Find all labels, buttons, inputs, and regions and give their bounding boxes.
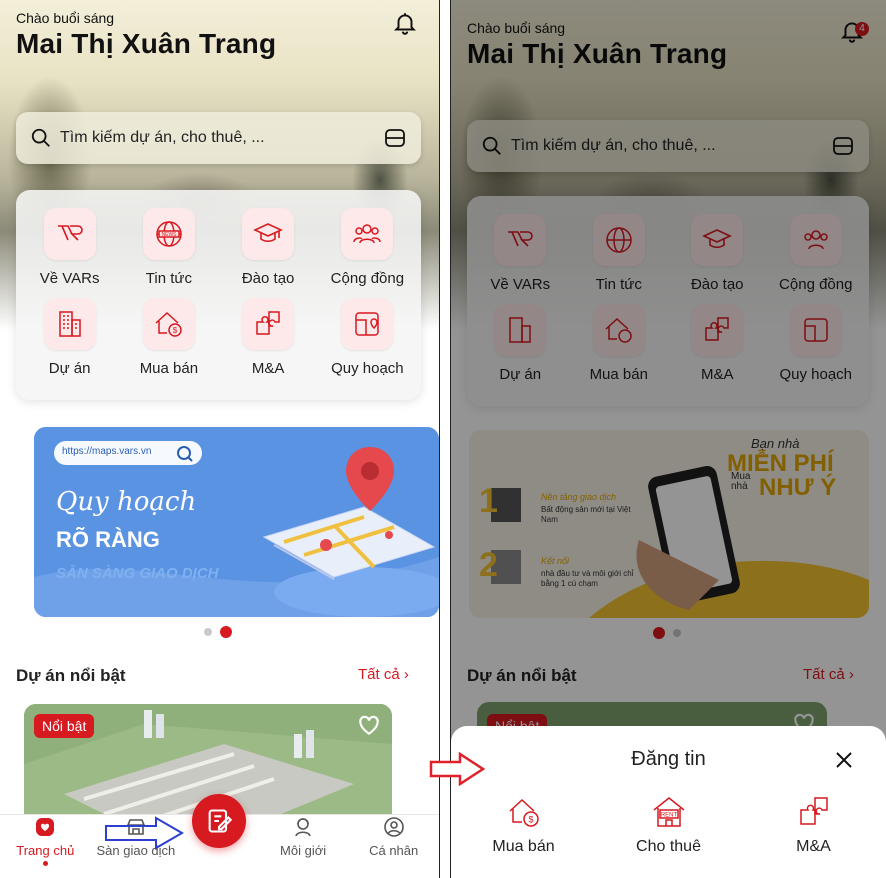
menu-item-label: Về VARs [39, 270, 100, 287]
post-option-cho-thue[interactable]: RENT Cho thuê [609, 794, 729, 856]
menu-item-dao-tao[interactable]: Đào tạo [219, 208, 318, 298]
menu-item-label: Quy hoạch [331, 360, 404, 377]
scan-icon[interactable] [383, 126, 407, 150]
see-all-link[interactable]: Tất cả › [358, 666, 409, 683]
rent-icon-text: RENT [660, 813, 677, 819]
puzzle-icon [799, 797, 828, 825]
house-money-icon: $ [508, 798, 539, 827]
carousel-dots [204, 626, 232, 638]
menu-item-label: Dự án [48, 360, 91, 377]
banner-tagline: SẴN SÀNG GIAO DỊCH [56, 565, 219, 582]
post-option-mua-ban[interactable]: $ Mua bán [464, 794, 584, 856]
tab-home[interactable]: Trang chủ [3, 815, 87, 866]
post-option-label: M&A [796, 838, 831, 855]
banner-script-line: Quy hoạch [56, 487, 197, 517]
house-money-icon: $ [155, 311, 182, 337]
chevron-right-icon: › [403, 666, 409, 683]
heart-icon[interactable] [356, 712, 382, 738]
svg-text:$: $ [528, 815, 533, 825]
home-heart-icon [36, 818, 55, 836]
menu-item-quy-hoach[interactable]: Quy hoạch [318, 298, 417, 388]
menu-item-label: Đào tạo [241, 270, 295, 287]
annotation-arrow-right-icon [105, 816, 184, 850]
menu-item-m-a[interactable]: M&A [219, 298, 318, 388]
graduation-cap-icon [253, 223, 284, 243]
vars-logo-icon [57, 225, 83, 241]
tab-label: Trang chủ [16, 843, 75, 858]
right-phone-screen: Chào buổi sáng Mai Thị Xuân Trang 4 Tìm … [450, 0, 886, 878]
svg-text:NEWS: NEWS [161, 232, 177, 238]
carousel-dot-active[interactable] [220, 626, 232, 638]
menu-item-tin-tuc[interactable]: NEWS Tin tức [119, 208, 218, 298]
puzzle-icon [256, 311, 280, 335]
post-fab-button[interactable] [192, 794, 246, 848]
svg-text:$: $ [173, 326, 178, 335]
menu-item-label: Tin tức [145, 270, 192, 287]
search-placeholder: Tìm kiếm dự án, cho thuê, ... [60, 129, 265, 146]
edit-note-icon [208, 809, 233, 833]
menu-item-du-an[interactable]: Dự án [20, 298, 119, 388]
news-globe-icon: NEWS [156, 221, 182, 247]
post-option-label: Cho thuê [636, 838, 701, 855]
post-option-m-a[interactable]: M&A [754, 794, 874, 856]
hot-tag: Nổi bật [34, 714, 95, 738]
promo-banner-maps[interactable]: https://maps.vars.vn Quy hoạch RÕ RÀNG S… [34, 427, 439, 617]
carousel-dot[interactable] [204, 628, 212, 636]
community-icon [353, 224, 382, 244]
user-name: Mai Thị Xuân Trang [16, 28, 277, 59]
quick-menu: Về VARs NEWS Tin tức Đào tạo Cộng đồng D… [16, 190, 421, 400]
tab-label: Môi giới [280, 843, 327, 858]
tab-profile[interactable]: Cá nhân [352, 815, 436, 866]
sheet-title: Đăng tin [631, 748, 706, 770]
building-icon [58, 311, 81, 337]
map-pin-icon [355, 312, 380, 336]
rent-house-icon: RENT [653, 797, 684, 827]
menu-item-label: Mua bán [139, 360, 199, 377]
search-bar[interactable]: Tìm kiếm dự án, cho thuê, ... [16, 112, 421, 164]
profile-icon [383, 817, 404, 837]
featured-title: Dự án nổi bật [16, 666, 126, 685]
greeting-text: Chào buổi sáng [16, 10, 115, 26]
left-phone-screen: Chào buổi sáng Mai Thị Xuân Trang Tìm ki… [0, 0, 440, 878]
tab-label: Cá nhân [369, 843, 419, 858]
search-icon [31, 128, 50, 147]
banner-url: https://maps.vars.vn [62, 446, 152, 457]
close-icon[interactable] [832, 748, 856, 772]
menu-item-label: M&A [251, 360, 285, 377]
post-option-label: Mua bán [492, 838, 555, 855]
menu-item-cong-dong[interactable]: Cộng đồng [318, 208, 417, 298]
agent-icon [295, 818, 311, 837]
active-tab-indicator [42, 861, 48, 866]
tab-agent[interactable]: Môi giới [261, 815, 345, 866]
menu-item-mua-ban[interactable]: $ Mua bán [119, 298, 218, 388]
bell-icon[interactable] [392, 10, 418, 36]
menu-item-ve-vars[interactable]: Về VARs [20, 208, 119, 298]
see-all-label: Tất cả [358, 666, 400, 683]
banner-headline: RÕ RÀNG [56, 527, 160, 552]
post-bottom-sheet: Đăng tin $ Mua bán RENT Cho thuê M&A [451, 726, 886, 878]
screenshot-stage: Chào buổi sáng Mai Thị Xuân Trang Tìm ki… [0, 0, 886, 878]
annotation-arrow-right-icon [429, 752, 486, 786]
menu-item-label: Cộng đồng [330, 270, 405, 287]
